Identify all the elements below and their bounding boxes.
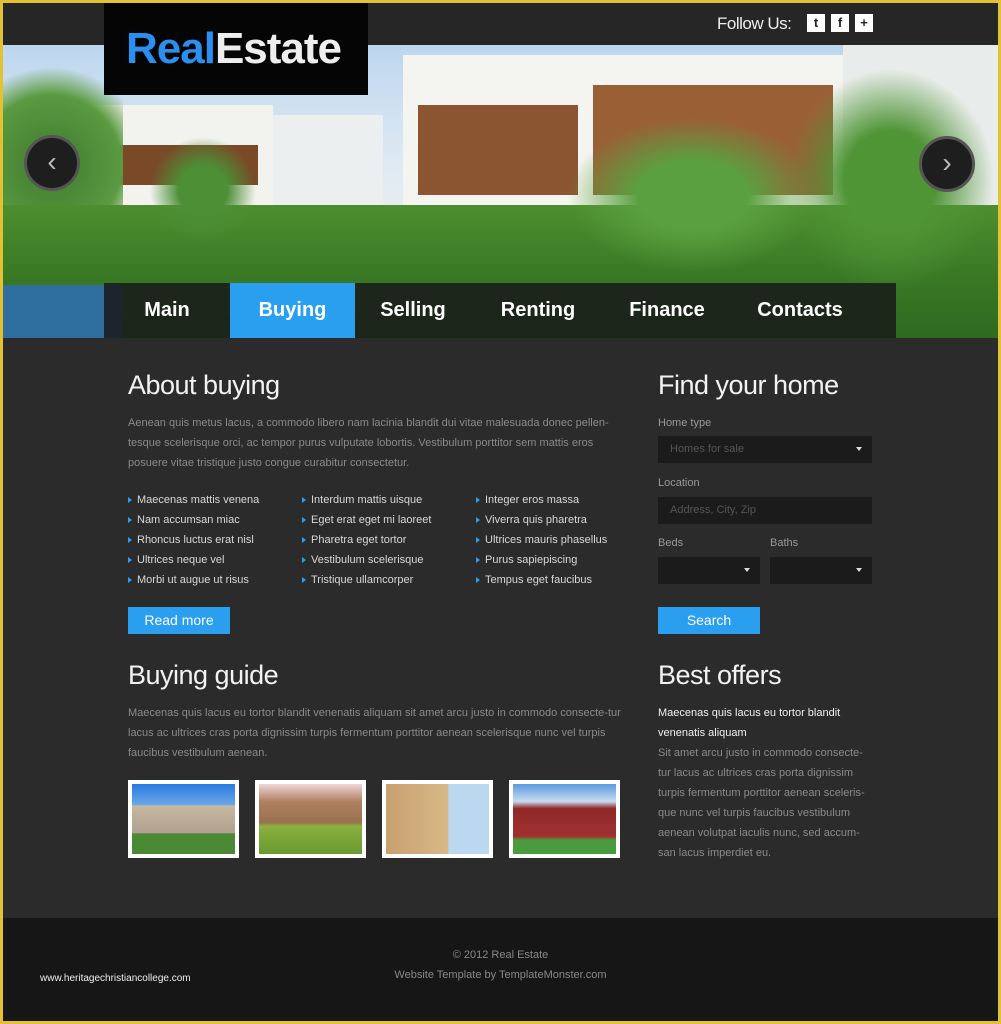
about-title: About buying: [128, 370, 280, 400]
follow-us-label: Follow Us:: [717, 14, 792, 33]
logo-real: Real: [126, 24, 216, 73]
logo-estate: Estate: [214, 24, 342, 73]
list-item[interactable]: Maecenas mattis venena: [128, 490, 259, 510]
nav-selling[interactable]: Selling: [355, 283, 471, 338]
home-type-label: Home type: [658, 417, 712, 429]
home-type-value: Homes for sale: [670, 443, 744, 455]
list-item[interactable]: Nam accumsan miac: [128, 510, 259, 530]
watermark-text: www.heritagechristiancollege.com: [40, 973, 191, 984]
house-thumbnail[interactable]: [128, 780, 239, 858]
footer-copyright: © 2012 Real Estate: [452, 949, 549, 961]
list-item[interactable]: Rhoncus luctus erat nisl: [128, 530, 259, 550]
slider-prev-button[interactable]: ‹: [24, 135, 80, 191]
facebook-icon[interactable]: f: [831, 14, 849, 32]
baths-select[interactable]: [770, 557, 872, 584]
house-thumbnail[interactable]: [255, 780, 366, 858]
nav-renting[interactable]: Renting: [471, 283, 605, 338]
list-item[interactable]: Viverra quis pharetra: [476, 510, 607, 530]
list-item[interactable]: Interdum mattis uisque: [302, 490, 431, 510]
search-button[interactable]: Search: [658, 607, 760, 634]
buying-guide-title: Buying guide: [128, 660, 279, 690]
about-list-1: Maecenas mattis venena Nam accumsan miac R…: [128, 490, 259, 590]
house-thumbnail[interactable]: [382, 780, 493, 858]
location-input[interactable]: Address, City, Zip: [658, 497, 872, 524]
home-type-select[interactable]: Homes for sale: [658, 436, 872, 463]
nav-buying[interactable]: Buying: [230, 283, 355, 338]
read-more-button[interactable]: Read more: [128, 607, 230, 634]
list-item[interactable]: Purus sapiepiscing: [476, 550, 607, 570]
nav-contacts[interactable]: Contacts: [729, 283, 871, 338]
page: Follow Us: t f + RealEstate ‹ › Main Buy…: [3, 3, 998, 1021]
list-item[interactable]: Eget erat eget mi laoreet: [302, 510, 431, 530]
list-item[interactable]: Pharetra eget tortor: [302, 530, 431, 550]
list-item[interactable]: Ultrices neque vel: [128, 550, 259, 570]
about-list-2: Interdum mattis uisque Eget erat eget mi …: [302, 490, 431, 590]
chevron-down-icon: [856, 568, 862, 572]
find-home-title: Find your home: [658, 370, 839, 400]
nav-finance[interactable]: Finance: [605, 283, 729, 338]
list-item[interactable]: Morbi ut augue ut risus: [128, 570, 259, 590]
offer-text: Sit amet arcu justo in commodo consecte-…: [658, 747, 865, 859]
location-label: Location: [658, 477, 700, 489]
main-nav: Main Buying Selling Renting Finance Cont…: [104, 283, 896, 338]
about-text: Aenean quis metus lacus, a commodo liber…: [128, 417, 609, 469]
beds-select[interactable]: [658, 557, 760, 584]
list-item[interactable]: Tempus eget faucibus: [476, 570, 607, 590]
logo[interactable]: RealEstate: [104, 3, 368, 95]
house-thumbnail[interactable]: [509, 780, 620, 858]
chevron-down-icon: [856, 447, 862, 451]
twitter-icon[interactable]: t: [807, 14, 825, 32]
list-item[interactable]: Tristique ullamcorper: [302, 570, 431, 590]
list-item[interactable]: Vestibulum scelerisque: [302, 550, 431, 570]
baths-label: Baths: [770, 537, 799, 549]
offer-highlight-link[interactable]: Maecenas quis lacus eu tortor blandit ve…: [658, 703, 873, 743]
best-offers-title: Best offers: [658, 660, 782, 690]
list-item[interactable]: Integer eros massa: [476, 490, 607, 510]
about-list-3: Integer eros massa Viverra quis pharetra U…: [476, 490, 607, 590]
plus-icon[interactable]: +: [855, 14, 873, 32]
chevron-down-icon: [744, 568, 750, 572]
list-item[interactable]: Ultrices mauris phasellus: [476, 530, 607, 550]
slider-next-button[interactable]: ›: [919, 136, 975, 192]
nav-main[interactable]: Main: [104, 283, 230, 338]
buying-guide-text: Maecenas quis lacus eu tortor blandit ve…: [128, 707, 621, 759]
beds-label: Beds: [658, 537, 684, 549]
